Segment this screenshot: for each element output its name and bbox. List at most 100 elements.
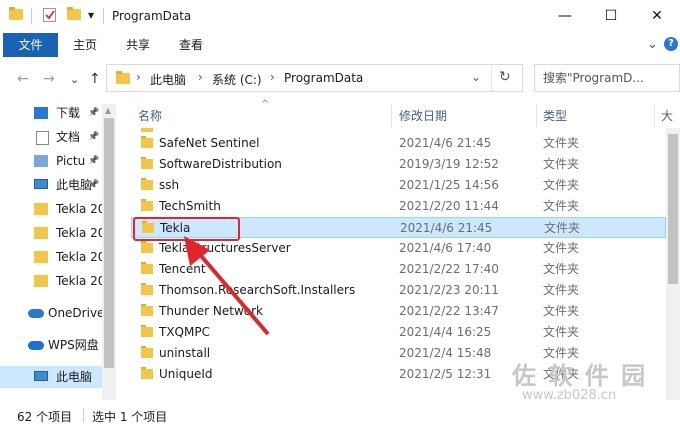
sidebar-item[interactable]: Tekla 20 — [0, 198, 112, 220]
sidebar-item-label: WPS网盘 — [48, 338, 99, 352]
help-icon[interactable]: ? — [664, 37, 678, 51]
table-row[interactable]: SafeNet Sentinel 2021/4/6 21:45 文件夹 — [131, 133, 666, 154]
file-date: 2021/2/23 20:11 — [399, 283, 499, 297]
file-date: 2021/2/22 13:47 — [399, 304, 499, 318]
file-date: 2021/4/4 16:25 — [399, 325, 492, 339]
breadcrumb-programdata[interactable]: ProgramData — [284, 71, 363, 85]
watermark-title: 佐 软 件 园 — [512, 362, 648, 390]
tab-share[interactable]: 共享 — [126, 33, 150, 57]
sidebar-item-label: 文档 — [56, 130, 81, 144]
wps-cloud-icon — [28, 341, 44, 350]
file-type: 文件夹 — [544, 221, 581, 235]
recent-locations-button[interactable]: ⌄ — [70, 73, 79, 86]
back-button[interactable]: ← — [17, 71, 29, 87]
file-type: 文件夹 — [543, 304, 580, 318]
address-dropdown-icon[interactable]: ⌄ — [471, 70, 481, 84]
file-type: 文件夹 — [543, 199, 580, 213]
sidebar-item-label: Pictu — [56, 154, 86, 168]
folder-icon — [141, 199, 153, 211]
list-scrollbar[interactable] — [666, 128, 680, 400]
column-header-size[interactable]: 大 — [661, 104, 673, 128]
pin-icon[interactable]: 📌 — [88, 102, 99, 124]
sidebar-item[interactable]: 下载 📌 — [0, 102, 112, 124]
file-name: UniqueId — [159, 367, 213, 381]
breadcrumb-system-c[interactable]: 系统 (C:) — [212, 71, 262, 88]
sidebar-item[interactable]: Pictu 📌 — [0, 150, 112, 172]
maximize-button[interactable]: ☐ — [588, 0, 634, 32]
divider — [31, 8, 32, 24]
download-icon — [34, 107, 48, 119]
sidebar-item-label: 此电脑 — [56, 178, 93, 192]
file-date: 2021/2/22 17:40 — [399, 262, 499, 276]
app-folder-icon — [9, 7, 23, 20]
sidebar-item-label: Tekla 20 — [56, 226, 106, 240]
tab-view[interactable]: 查看 — [179, 33, 203, 57]
pin-icon[interactable]: 📌 — [88, 174, 99, 196]
up-button[interactable]: ↑ — [89, 71, 101, 87]
search-input[interactable]: 搜索"ProgramD... — [534, 64, 680, 92]
file-type: 文件夹 — [543, 241, 580, 255]
sidebar-item-label: 下载 — [56, 106, 81, 120]
sidebar-item[interactable]: Tekla 20 — [0, 246, 112, 268]
column-header-name[interactable]: 名称 — [138, 104, 162, 128]
new-folder-icon[interactable] — [67, 7, 81, 20]
sidebar-item-label: Tekla 20 — [56, 202, 106, 216]
close-button[interactable]: ✕ — [634, 0, 680, 32]
address-bar[interactable]: › 此电脑 › 系统 (C:) › ProgramData ⌄ ↻ — [106, 64, 523, 92]
column-header-date[interactable]: 修改日期 — [399, 104, 447, 128]
divider — [103, 8, 104, 24]
folder-icon — [34, 227, 48, 239]
folder-icon — [34, 203, 48, 215]
computer-icon — [34, 179, 48, 189]
breadcrumb-separator[interactable]: › — [198, 70, 203, 84]
ribbon-expand-icon[interactable]: ⌄ — [647, 33, 658, 57]
sort-ascending-icon: ^ — [261, 99, 270, 110]
divider — [391, 104, 392, 128]
file-type: 文件夹 — [543, 262, 580, 276]
folder-icon — [34, 251, 48, 263]
folder-icon — [141, 241, 153, 253]
breadcrumb-separator[interactable]: › — [270, 70, 275, 84]
sidebar-item-label: Tekla 20 — [56, 250, 106, 264]
window-title: ProgramData — [112, 9, 192, 23]
file-date: 2021/1/25 14:56 — [399, 178, 499, 192]
refresh-button[interactable]: ↻ — [499, 69, 511, 85]
file-date: 2021/4/6 17:40 — [399, 241, 492, 255]
sidebar-item[interactable]: 文档 📌 — [0, 126, 112, 148]
tab-home[interactable]: 主页 — [73, 33, 97, 57]
table-row[interactable]: TechSmith 2021/2/20 11:44 文件夹 — [131, 196, 666, 217]
sidebar-item[interactable]: 此电脑 📌 — [0, 174, 112, 196]
breadcrumb-this-pc[interactable]: 此电脑 — [150, 71, 186, 88]
pin-icon[interactable]: 📌 — [88, 126, 99, 148]
sidebar-item[interactable]: 此电脑 — [0, 366, 102, 388]
file-name: ssh — [159, 178, 180, 192]
minimize-button[interactable]: — — [542, 0, 588, 32]
table-row[interactable]: ssh 2021/1/25 14:56 文件夹 — [131, 175, 666, 196]
file-date: 2021/2/5 12:31 — [399, 367, 492, 381]
sidebar-item[interactable]: Tekla 20 — [0, 222, 112, 244]
file-type: 文件夹 — [543, 178, 580, 192]
breadcrumb-separator[interactable]: › — [136, 70, 141, 84]
tab-file[interactable]: 文件 — [3, 33, 58, 57]
sidebar-item[interactable]: Tekla 20 — [0, 270, 112, 292]
table-row[interactable]: SoftwareDistribution 2019/3/19 12:52 文件夹 — [131, 154, 666, 175]
item-count: 62 个项目 — [17, 410, 73, 424]
ribbon-tabs: 文件 主页 共享 查看 ⌄ ? — [0, 32, 680, 59]
sidebar-item-label: 此电脑 — [56, 370, 93, 384]
folder-icon — [141, 262, 153, 274]
pictures-icon — [34, 155, 48, 167]
pin-icon[interactable]: 📌 — [88, 150, 99, 172]
quick-access-dropdown-icon[interactable]: ▾ — [88, 8, 94, 22]
column-header-type[interactable]: 类型 — [543, 104, 567, 128]
sidebar-scrollbar[interactable]: ▲ — [102, 104, 116, 400]
folder-icon — [34, 275, 48, 287]
forward-button[interactable]: → — [43, 71, 55, 87]
sidebar-item[interactable]: OneDrive — [0, 302, 112, 324]
file-type: 文件夹 — [543, 136, 580, 150]
properties-icon[interactable] — [43, 8, 56, 22]
selected-count: 选中 1 个项目 — [92, 410, 168, 424]
sidebar-item[interactable]: WPS网盘 — [0, 334, 112, 356]
computer-icon — [34, 371, 48, 381]
file-type: 文件夹 — [543, 283, 580, 297]
folder-icon — [141, 283, 153, 295]
